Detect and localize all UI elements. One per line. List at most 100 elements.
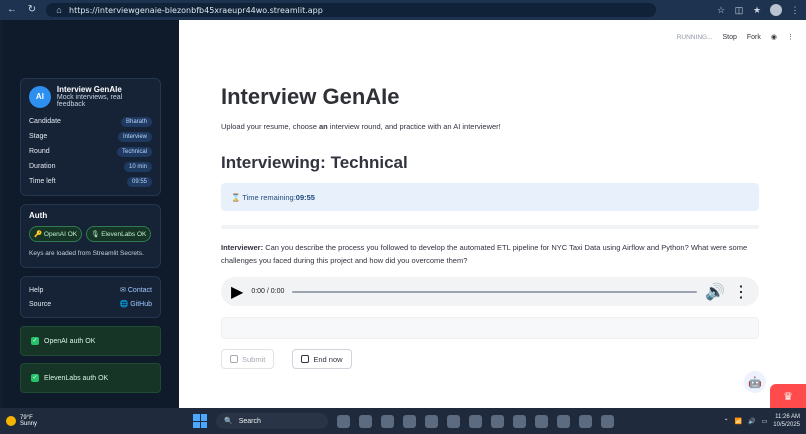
time-text: 11:26 AM [775,414,800,420]
detail-row-duration: Duration 10 min [29,159,152,174]
auth-pills: 🔑 OpenAI OK 🎙 ElevenLabs OK [29,226,152,242]
volume-icon[interactable]: 🔊 [705,282,725,302]
main-content: Interview GenAIe Upload your resume, cho… [221,84,759,369]
system-tray: ⌃ 📶 🔊 ▭ 11:26 AM 10/5/2025 [724,413,800,429]
detail-value: 10 min [123,161,152,172]
description-bold: an [318,122,328,131]
audio-seek-bar[interactable] [292,290,698,293]
source-label: Source [29,300,52,308]
fork-button[interactable]: Fork [747,34,761,41]
audio-more-icon[interactable]: ⋮ [733,282,749,302]
detail-value: Interview [117,131,152,142]
interviewer-label: Interviewer: [221,243,264,252]
address-bar[interactable]: ⌂ https://interviewgenaie-blezonbfb45xra… [46,3,656,17]
auth-card: Auth 🔑 OpenAI OK 🎙 ElevenLabs OK Keys ar… [20,204,161,268]
whatsapp-icon[interactable] [535,414,548,428]
detail-row-time-left: Time left 09:55 [29,174,152,189]
contact-link[interactable]: ✉ Contact [120,286,152,294]
detail-value: Bharath [120,116,152,127]
crown-icon[interactable]: ♛ [770,384,806,408]
play-icon[interactable]: ▶ [231,282,243,302]
browser-toolbar: ← ↻ ⌂ https://interviewgenaie-blezonbfb4… [0,0,806,20]
answer-input[interactable] [221,317,759,339]
volume-icon[interactable]: 🔊 [748,418,755,425]
openai-status-text: OpenAI auth OK [44,337,96,345]
search-label: Search [238,417,261,425]
mail-icon[interactable] [447,414,460,428]
auth-note: Keys are loaded from Streamlit Secrets. [29,250,144,257]
app-icon[interactable] [359,414,372,428]
wifi-icon[interactable]: 📶 [735,418,742,425]
detail-row-candidate: Candidate Bharath [29,114,152,129]
github-icon[interactable]: ◉ [771,33,777,41]
profile-avatar[interactable] [770,4,782,16]
brand-subtitle: Mock interviews, real feedback [56,94,123,108]
section-title: Interviewing: Technical [221,153,408,172]
github-link[interactable]: 🌐 GitHub [120,300,152,308]
submit-label: Submit [242,354,266,364]
windows-start-icon[interactable] [193,414,207,428]
help-row: Help ✉ Contact [29,283,152,297]
extensions-icon[interactable]: ◫ [734,5,744,15]
browser-actions: ☆ ◫ ★ ⋮ [716,4,800,16]
chrome-icon[interactable] [491,414,504,428]
folder-icon[interactable] [469,414,482,428]
task-view-icon[interactable] [337,414,350,428]
end-label: End now [313,354,343,364]
date-text: 10/5/2025 [773,422,800,428]
word-icon[interactable] [601,414,614,428]
time-label: ⌛ Time remaining: [231,192,296,202]
reload-icon[interactable]: ↻ [26,4,38,16]
vscode-icon[interactable] [557,414,570,428]
menu-icon[interactable]: ⋮ [790,5,800,15]
detail-label: Stage [29,133,48,140]
favorites-icon[interactable]: ★ [752,5,762,15]
app-icon[interactable] [381,414,394,428]
assistant-icon[interactable]: 🤖 [744,371,766,393]
end-now-button[interactable]: End now [292,349,352,369]
taskbar-apps: 🔍 Search [193,413,614,429]
links-card: Help ✉ Contact Source 🌐 GitHub [20,276,161,318]
elevenlabs-auth-pill: 🎙 ElevenLabs OK [86,226,152,242]
back-icon[interactable]: ← [6,4,18,16]
profile-card: AI Interview GenAIe Mock interviews, rea… [20,78,161,196]
audio-time: 0:00 / 0:00 [251,288,285,295]
url-text: https://interviewgenaie-blezonbfb45xraeu… [69,5,323,15]
elevenlabs-status: ✓ ElevenLabs auth OK [20,363,161,393]
elevenlabs-status-text: ElevenLabs auth OK [44,374,109,382]
running-status: RUNNING... [676,33,713,41]
browser-icon[interactable] [425,414,438,428]
taskbar-search[interactable]: 🔍 Search [216,413,328,429]
time-value: 09:55 [295,192,315,202]
sun-icon [6,416,16,426]
app-icon[interactable] [579,414,592,428]
detail-label: Candidate [29,118,61,125]
weather-widget[interactable]: 79°F Sunny [6,415,116,427]
check-icon: ✓ [31,337,39,345]
description-end: interview round, and practice with an AI… [327,122,501,131]
description-start: Upload your resume, choose [221,122,319,131]
app-icon[interactable] [403,414,416,428]
brand: AI Interview GenAIe Mock interviews, rea… [29,85,152,108]
question-text: Can you describe the process you followe… [221,243,748,265]
page-description: Upload your resume, choose an interview … [221,122,759,131]
stop-button[interactable]: Stop [722,34,736,41]
chrome-icon[interactable] [513,414,526,428]
more-icon[interactable]: ⋮ [787,33,794,41]
brand-avatar: AI [29,85,51,108]
search-icon: 🔍 [224,418,233,425]
submit-button[interactable]: Submit [221,349,275,369]
battery-icon[interactable]: ▭ [762,418,768,425]
help-label: Help [29,286,44,294]
main-panel: RUNNING... Stop Fork ◉ ⋮ Interview GenAI… [179,20,806,408]
detail-row-stage: Stage Interview [29,129,152,144]
clock[interactable]: 11:26 AM 10/5/2025 [773,413,800,429]
star-icon[interactable]: ☆ [716,5,726,15]
site-info-icon[interactable]: ⌂ [54,5,64,15]
action-buttons: Submit End now [221,349,759,369]
time-remaining-box: ⌛ Time remaining: 09:55 [221,183,759,211]
streamlit-toolbar: RUNNING... Stop Fork ◉ ⋮ [676,33,794,42]
chevron-up-icon[interactable]: ⌃ [724,418,729,425]
detail-value: 09:55 [126,176,152,187]
audio-player[interactable]: ▶ 0:00 / 0:00 🔊 ⋮ [221,277,759,306]
